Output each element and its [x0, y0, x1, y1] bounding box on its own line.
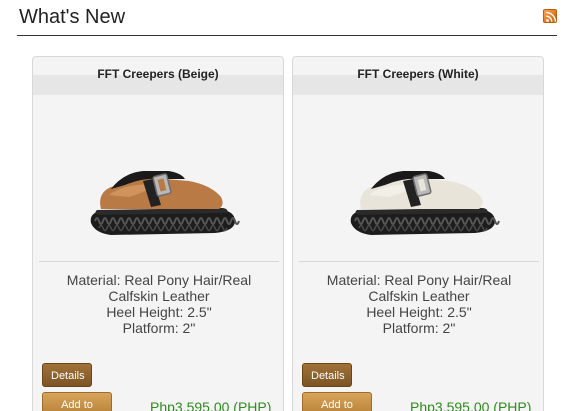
details-button[interactable]: Details	[42, 363, 92, 387]
desc-line: Platform: 2"	[122, 320, 196, 336]
product-image[interactable]	[39, 97, 279, 259]
shoe-image	[90, 171, 240, 235]
divider	[39, 261, 279, 262]
desc-line: Calfskin Leather	[108, 288, 210, 304]
desc-line: Heel Height: 2.5"	[106, 304, 212, 320]
product-title[interactable]: FFT Creepers (Beige)	[33, 67, 283, 81]
add-to-cart-button[interactable]: Add to cart	[42, 392, 112, 411]
product-price: Php3,595.00 (PHP)	[410, 399, 532, 411]
shoe-image	[350, 171, 500, 235]
product-price: Php3,595.00 (PHP)	[150, 399, 272, 411]
section-title: What's New	[19, 6, 126, 28]
page: What's New FFT Creepers (Beige) Material…	[0, 0, 563, 411]
product-title[interactable]: FFT Creepers (White)	[293, 67, 543, 81]
add-to-cart-button[interactable]: Add to cart	[302, 392, 372, 411]
product-description: Material: Real Pony Hair/Real Calfskin L…	[47, 272, 271, 336]
desc-line: Material: Real Pony Hair/Real	[326, 272, 512, 288]
product-card: FFT Creepers (Beige) Material: Real Pony…	[32, 56, 284, 411]
rss-feed-icon[interactable]	[543, 9, 557, 23]
details-button[interactable]: Details	[302, 363, 352, 387]
product-description: Material: Real Pony Hair/Real Calfskin L…	[307, 272, 531, 336]
desc-line: Material: Real Pony Hair/Real	[66, 272, 252, 288]
divider	[299, 261, 539, 262]
whats-new-header: What's New	[17, 0, 557, 36]
product-image[interactable]	[299, 97, 539, 259]
desc-line: Heel Height: 2.5"	[366, 304, 472, 320]
desc-line: Calfskin Leather	[368, 288, 470, 304]
desc-line: Platform: 2"	[382, 320, 456, 336]
product-card: FFT Creepers (White) Material: Real Pony…	[292, 56, 544, 411]
